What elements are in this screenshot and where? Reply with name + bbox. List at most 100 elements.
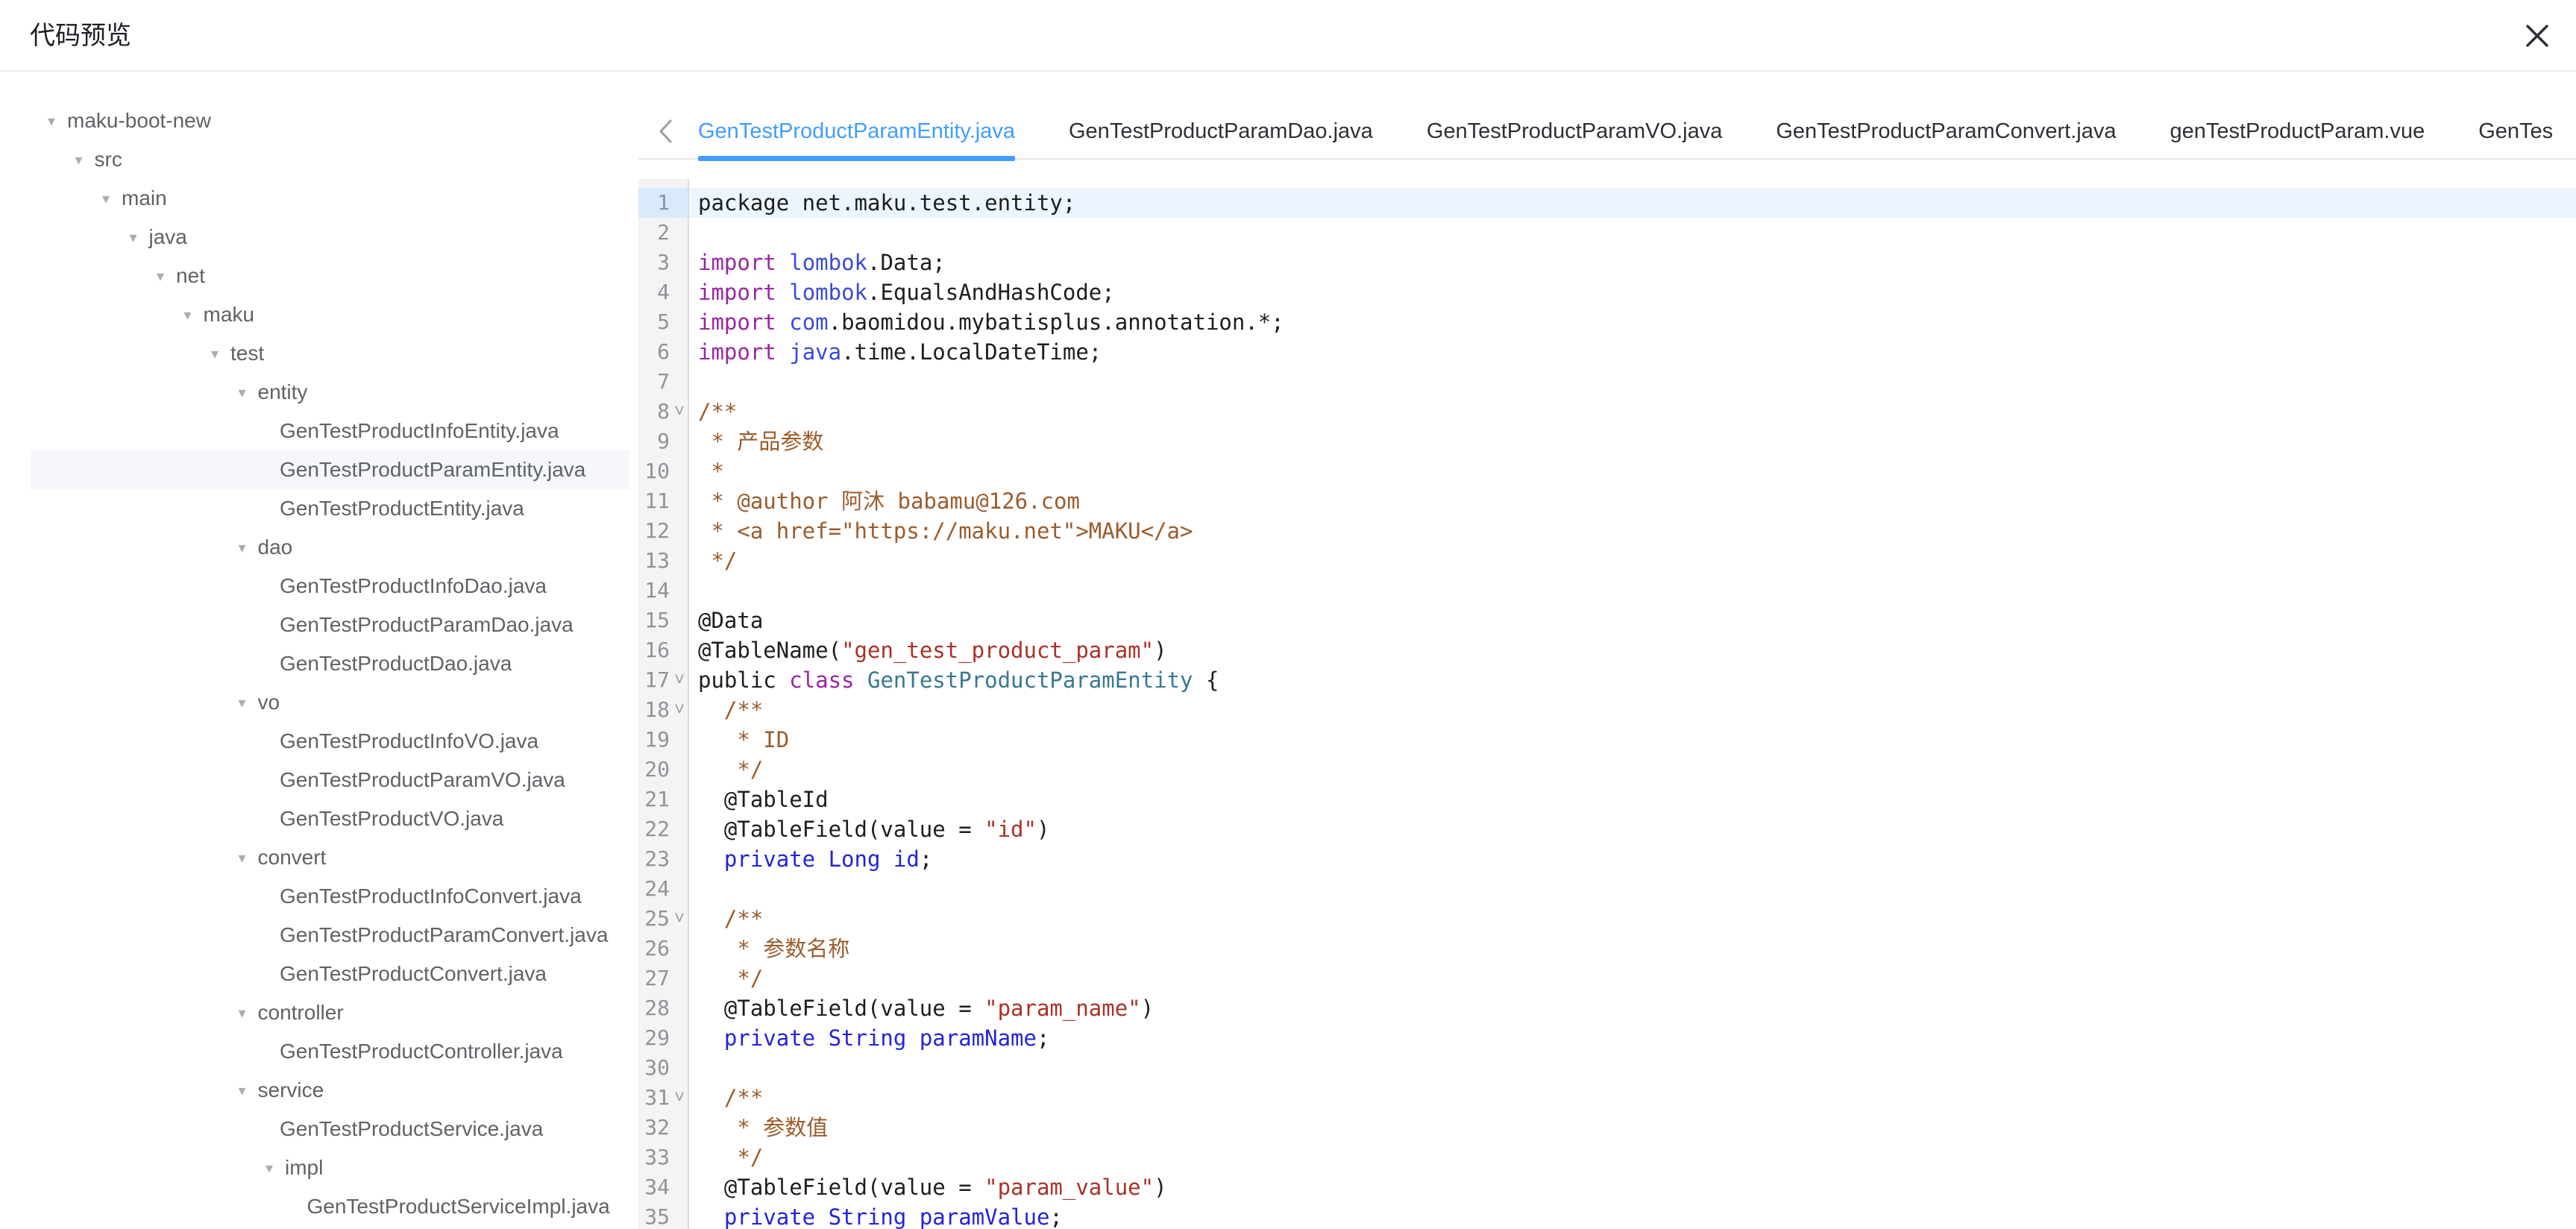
- tree-folder-src[interactable]: ▾src: [0, 140, 638, 179]
- caret-down-icon[interactable]: ▾: [235, 849, 250, 867]
- tree-file-GenTestProductVO.java[interactable]: GenTestProductVO.java: [0, 799, 638, 838]
- code-line-14: 14: [638, 576, 2576, 606]
- caret-down-icon[interactable]: ▾: [235, 1004, 250, 1022]
- tab-GenTes[interactable]: GenTes: [2478, 119, 2553, 144]
- line-number: 25: [638, 904, 670, 934]
- caret-down-icon[interactable]: ▾: [153, 267, 168, 286]
- fold-chevron-icon[interactable]: ˅: [671, 1083, 688, 1113]
- tree-file-GenTestProductService.java[interactable]: GenTestProductService.java: [0, 1110, 638, 1148]
- code-text: private String paramValue;: [698, 1202, 1063, 1229]
- caret-down-icon[interactable]: ▾: [235, 1081, 250, 1100]
- caret-down-icon[interactable]: ▾: [235, 538, 250, 557]
- code-line-33: 33 */: [638, 1142, 2576, 1172]
- tree-file-GenTestProductInfoVO.java[interactable]: GenTestProductInfoVO.java: [0, 722, 638, 761]
- tree-item-label: GenTestProductService.java: [280, 1117, 543, 1141]
- tree-folder-entity[interactable]: ▾ entity: [0, 373, 638, 412]
- tree-file-GenTestProductInfoDao.java[interactable]: GenTestProductInfoDao.java: [0, 567, 638, 606]
- caret-down-icon[interactable]: ▾: [235, 694, 250, 712]
- tree-file-GenTestProductParamDao.java[interactable]: GenTestProductParamDao.java: [0, 606, 638, 644]
- tree-item-label: entity: [258, 380, 308, 404]
- caret-down-icon[interactable]: ▾: [126, 228, 141, 247]
- code-line-2: 2: [638, 218, 2576, 248]
- code-text: */: [698, 546, 737, 576]
- tree-folder-vo[interactable]: ▾ vo: [0, 683, 638, 722]
- tree-folder-maku[interactable]: ▾maku: [0, 295, 638, 334]
- line-number: 14: [638, 576, 670, 606]
- code-lines: 1package net.maku.test.entity;23import l…: [638, 188, 2576, 1229]
- tree-item-label: convert: [258, 846, 327, 870]
- tree-folder-impl[interactable]: ▾impl: [0, 1148, 638, 1187]
- code-line-15: 15@Data: [638, 606, 2576, 635]
- tree-file-GenTestProductController.java[interactable]: GenTestProductController.java: [0, 1032, 638, 1071]
- line-number: 22: [638, 814, 670, 844]
- caret-down-icon[interactable]: ▾: [235, 383, 250, 402]
- code-line-27: 27 */: [638, 964, 2576, 993]
- code-text: * 参数名称: [698, 934, 849, 964]
- tree-folder-net[interactable]: ▾ net: [0, 257, 638, 295]
- line-number: 23: [638, 844, 670, 874]
- caret-down-icon[interactable]: ▾: [44, 112, 59, 131]
- close-icon: [2525, 23, 2550, 48]
- tree-folder-controller[interactable]: ▾controller: [0, 993, 638, 1032]
- tree-file-GenTestProductServiceImpl.java[interactable]: GenTestProductServiceImpl.java: [0, 1187, 638, 1226]
- code-line-34: 34 @TableField(value = "param_value"): [638, 1172, 2576, 1202]
- tree-file-GenTestProductConvert.java[interactable]: GenTestProductConvert.java: [0, 955, 638, 993]
- tree-item-label: test: [230, 342, 264, 365]
- code-line-8: 8˅/**: [638, 397, 2576, 427]
- code-line-9: 9 * 产品参数: [638, 427, 2576, 456]
- caret-down-icon[interactable]: ▾: [262, 1159, 277, 1178]
- caret-down-icon[interactable]: ▾: [180, 306, 195, 324]
- tree-file-GenTestProductParamEntity.java[interactable]: GenTestProductParamEntity.java: [0, 450, 638, 489]
- tree-file-GenTestProductDao.java[interactable]: GenTestProductDao.java: [0, 644, 638, 683]
- tab-GenTestProductParamVO.java[interactable]: GenTestProductParamVO.java: [1427, 119, 1723, 144]
- code-line-21: 21 @TableId: [638, 785, 2576, 814]
- tree-file-GenTestProductInfoEntity.java[interactable]: GenTestProductInfoEntity.java: [0, 412, 638, 450]
- line-number: 2: [638, 218, 670, 248]
- tab-prev-button[interactable]: [644, 104, 686, 158]
- line-number: 33: [638, 1142, 670, 1172]
- tree-folder-dao[interactable]: ▾dao: [0, 528, 638, 567]
- tree-folder-main[interactable]: ▾ main: [0, 179, 638, 218]
- tree-file-GenTestProductInfoConvert.java[interactable]: GenTestProductInfoConvert.java: [0, 877, 638, 916]
- line-number: 19: [638, 725, 670, 755]
- code-text: /**: [698, 695, 763, 725]
- line-number: 16: [638, 635, 670, 665]
- tree-folder-service[interactable]: ▾service: [0, 1071, 638, 1110]
- code-text: @TableField(value = "param_name"): [698, 993, 1154, 1023]
- code-line-16: 16@TableName("gen_test_product_param"): [638, 635, 2576, 665]
- code-text: /**: [698, 397, 737, 427]
- code-line-12: 12 * <a href="https://maku.net">MAKU</a>: [638, 516, 2576, 546]
- caret-down-icon[interactable]: ▾: [72, 151, 87, 169]
- tree-folder-java[interactable]: ▾java: [0, 218, 638, 257]
- code-line-17: 17˅public class GenTestProductParamEntit…: [638, 665, 2576, 695]
- tab-genTestProductParam.vue[interactable]: genTestProductParam.vue: [2170, 119, 2425, 144]
- tab-GenTestProductParamDao.java[interactable]: GenTestProductParamDao.java: [1069, 119, 1373, 144]
- tree-item-label: GenTestProductParamConvert.java: [280, 923, 608, 947]
- caret-down-icon[interactable]: ▾: [98, 189, 113, 208]
- chevron-left-icon: [656, 117, 675, 145]
- tree-item-label: GenTestProductInfoDao.java: [280, 574, 547, 598]
- tree-item-label: vo: [258, 691, 280, 714]
- tree-item-label: main: [122, 186, 167, 210]
- fold-chevron-icon[interactable]: ˅: [671, 904, 688, 934]
- line-number: 29: [638, 1023, 670, 1053]
- fold-chevron-icon[interactable]: ˅: [671, 397, 688, 427]
- tree-file-GenTestProductEntity.java[interactable]: GenTestProductEntity.java: [0, 489, 638, 528]
- fold-chevron-icon[interactable]: ˅: [671, 695, 688, 725]
- tree-folder-convert[interactable]: ▾ convert: [0, 838, 638, 877]
- tree-file-GenTestProductParamConvert.java[interactable]: GenTestProductParamConvert.java: [0, 916, 638, 955]
- tab-GenTestProductParamEntity.java[interactable]: GenTestProductParamEntity.java: [698, 119, 1015, 144]
- line-number: 7: [638, 367, 670, 397]
- close-button[interactable]: [2518, 16, 2557, 55]
- tab-GenTestProductParamConvert.java[interactable]: GenTestProductParamConvert.java: [1776, 119, 2116, 144]
- caret-down-icon[interactable]: ▾: [207, 345, 222, 363]
- tree-folder-maku-boot-new[interactable]: ▾ maku-boot-new: [0, 101, 638, 140]
- tree-item-label: maku-boot-new: [67, 109, 211, 133]
- tree-folder-test[interactable]: ▾ test: [0, 334, 638, 373]
- tree-item-label: net: [176, 264, 205, 288]
- fold-chevron-icon[interactable]: ˅: [671, 665, 688, 695]
- tree-item-label: GenTestProductInfoConvert.java: [280, 884, 582, 908]
- tree-file-GenTestProductParamVO.java[interactable]: GenTestProductParamVO.java: [0, 761, 638, 799]
- tree-item-label: GenTestProductServiceImpl.java: [307, 1195, 610, 1219]
- tree-item-label: GenTestProductController.java: [280, 1040, 563, 1063]
